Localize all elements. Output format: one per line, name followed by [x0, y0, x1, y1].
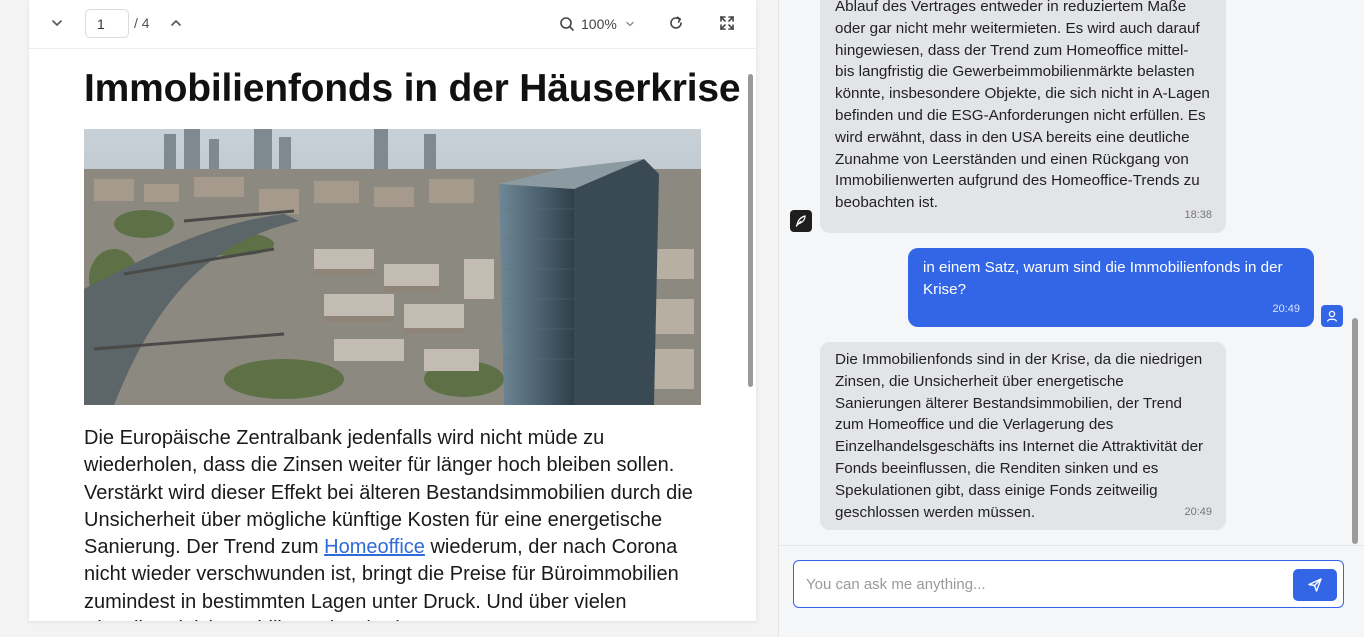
zoom-control[interactable]: 100%	[559, 12, 635, 36]
refresh-icon[interactable]	[664, 11, 688, 35]
pdf-viewer: / 4 100% Immobilienfonds in der Häuserkr…	[29, 0, 756, 621]
homeoffice-link[interactable]: Homeoffice	[324, 536, 425, 558]
send-button[interactable]	[1293, 569, 1337, 601]
document-page: Immobilienfonds in der Häuserkrise Die E…	[29, 49, 756, 621]
chat-panel: Ablauf des Vertrages entweder in reduzie…	[778, 0, 1364, 637]
document-title: Immobilienfonds in der Häuserkrise	[84, 67, 741, 110]
message-text: Ablauf des Vertrages entweder in reduzie…	[835, 0, 1210, 212]
search-icon[interactable]	[559, 16, 575, 32]
chevron-down-icon[interactable]	[45, 11, 69, 35]
message-list: Ablauf des Vertrages entweder in reduzie…	[779, 0, 1364, 545]
zoom-level: 100%	[581, 16, 617, 32]
chat-input[interactable]	[793, 560, 1344, 608]
viewer-toolbar: / 4 100%	[29, 0, 756, 49]
message-time: 18:38	[1184, 209, 1212, 222]
chat-input-bar	[779, 545, 1364, 637]
chevron-up-icon[interactable]	[164, 11, 188, 35]
document-paragraph: Die Europäische Zentralbank jedenfalls w…	[84, 425, 709, 621]
message-time: 20:49	[1272, 303, 1300, 316]
send-icon	[1307, 577, 1323, 593]
aerial-city-photo	[84, 129, 701, 405]
page-number-input[interactable]	[85, 9, 129, 38]
user-icon	[1321, 305, 1343, 327]
message-time: 20:49	[1184, 506, 1212, 519]
chevron-down-icon[interactable]	[625, 19, 635, 29]
bot-message: Die Immobilienfonds sind in der Krise, d…	[820, 342, 1226, 530]
page-total: / 4	[134, 15, 150, 31]
feather-icon	[790, 210, 812, 232]
fullscreen-icon[interactable]	[715, 11, 739, 35]
bot-message: Ablauf des Vertrages entweder in reduzie…	[820, 0, 1226, 233]
user-message: in einem Satz, warum sind die Immobilien…	[908, 248, 1314, 327]
message-text: in einem Satz, warum sind die Immobilien…	[923, 259, 1283, 298]
message-text: Die Immobilienfonds sind in der Krise, d…	[835, 351, 1204, 521]
viewer-scrollbar-thumb[interactable]	[748, 74, 753, 387]
chat-scrollbar-thumb[interactable]	[1352, 318, 1358, 544]
